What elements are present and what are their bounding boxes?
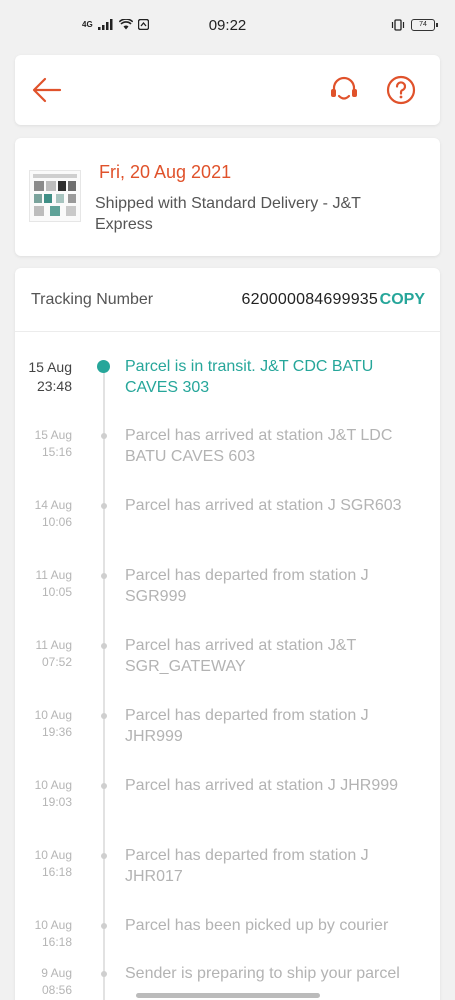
timeline-dot	[101, 923, 107, 929]
tracking-number-row: Tracking Number 620000084699935 COPY	[15, 268, 440, 332]
question-circle-icon	[386, 75, 416, 105]
tracking-number-label: Tracking Number	[31, 291, 154, 308]
event-day: 10 Aug	[34, 848, 72, 862]
shipment-summary-card: Fri, 20 Aug 2021 Shipped with Standard D…	[15, 138, 440, 256]
event-day: 10 Aug	[34, 778, 72, 792]
event-time: 19:03	[41, 795, 72, 809]
tracking-number-value: 620000084699935	[241, 291, 378, 308]
product-image	[33, 174, 77, 216]
timeline-event: 10 Aug 16:18 Parcel has departed from st…	[15, 847, 440, 917]
event-date: 11 Aug 07:52	[2, 637, 72, 671]
event-day: 10 Aug	[34, 708, 72, 722]
headset-icon	[331, 76, 357, 100]
timeline-event: 10 Aug 19:03 Parcel has arrived at stati…	[15, 777, 440, 847]
event-day: 15 Aug	[28, 359, 72, 375]
copy-button[interactable]: COPY	[380, 291, 425, 309]
timeline-dot	[101, 503, 107, 509]
timeline-dot	[101, 853, 107, 859]
event-time: 16:18	[41, 935, 72, 949]
event-description: Parcel has arrived at station J&T LDC BA…	[125, 427, 393, 465]
timeline-dot-current	[97, 360, 110, 373]
event-time: 10:05	[41, 585, 72, 599]
event-date: 14 Aug 10:06	[2, 497, 72, 531]
timeline-event: 15 Aug 15:16 Parcel has arrived at stati…	[15, 427, 440, 497]
event-description: Parcel has been picked up by courier	[125, 917, 389, 934]
signal-icon	[97, 19, 113, 30]
network-type: 4G	[82, 20, 93, 29]
event-day: 10 Aug	[34, 918, 72, 932]
battery-icon: 74	[411, 19, 438, 31]
timeline-dot	[101, 433, 107, 439]
event-description: Parcel has departed from station J SGR99…	[125, 567, 369, 605]
event-time: 16:18	[41, 865, 72, 879]
event-time: 07:52	[41, 655, 72, 669]
status-bar: 4G 09:22 74	[0, 0, 455, 50]
timeline-dot	[101, 573, 107, 579]
timeline-dot	[101, 643, 107, 649]
event-date: 15 Aug 15:16	[2, 427, 72, 461]
event-date: 10 Aug 19:36	[2, 707, 72, 741]
arrow-left-icon	[32, 77, 62, 103]
timeline-dot	[101, 713, 107, 719]
event-day: 14 Aug	[34, 498, 72, 512]
event-description: Parcel has arrived at station J SGR603	[125, 497, 402, 514]
event-description: Parcel has arrived at station J&T SGR_GA…	[125, 637, 356, 675]
clock: 09:22	[208, 16, 247, 34]
event-day: 11 Aug	[35, 638, 72, 652]
event-date: 9 Aug 08:56	[2, 965, 72, 999]
timeline-event: 14 Aug 10:06 Parcel has arrived at stati…	[15, 497, 440, 567]
shipping-method: Shipped with Standard Delivery - J&T Exp…	[95, 195, 361, 233]
status-icons-right: 74	[391, 19, 438, 31]
timeline-event: 10 Aug 19:36 Parcel has departed from st…	[15, 707, 440, 777]
event-description: Parcel has departed from station J JHR01…	[125, 847, 369, 885]
event-time: 10:06	[41, 515, 72, 529]
vibrate-icon	[391, 19, 405, 31]
event-day: 15 Aug	[34, 428, 72, 442]
timeline-event: 11 Aug 10:05 Parcel has departed from st…	[15, 567, 440, 637]
event-time: 08:56	[41, 983, 72, 997]
event-date: 10 Aug 19:03	[2, 777, 72, 811]
help-button[interactable]	[386, 75, 416, 105]
event-date: 11 Aug 10:05	[2, 567, 72, 601]
customer-support-button[interactable]	[327, 73, 361, 107]
event-time: 19:36	[41, 725, 72, 739]
event-time: 15:16	[41, 445, 72, 459]
event-date: 10 Aug 16:18	[2, 917, 72, 951]
event-description: Parcel has departed from station J JHR99…	[125, 707, 369, 745]
event-date: 15 Aug 23:48	[2, 358, 72, 396]
event-time: 23:48	[36, 378, 72, 394]
wifi-icon	[118, 19, 133, 30]
home-indicator[interactable]	[136, 993, 320, 998]
header-bar	[15, 55, 440, 125]
app-notification-icon	[137, 19, 149, 30]
timeline-event: 11 Aug 07:52 Parcel has arrived at stati…	[15, 637, 440, 707]
tracking-card: Tracking Number 620000084699935 COPY 15 …	[15, 268, 440, 1000]
timeline-dot	[101, 971, 107, 977]
event-description: Parcel is in transit. J&T CDC BATU CAVES…	[125, 358, 374, 396]
event-day: 11 Aug	[35, 568, 72, 582]
event-date: 10 Aug 16:18	[2, 847, 72, 881]
event-day: 9 Aug	[41, 966, 72, 980]
shipment-date: Fri, 20 Aug 2021	[99, 162, 232, 182]
timeline-dot	[101, 783, 107, 789]
event-description: Parcel has arrived at station J JHR999	[125, 777, 399, 794]
timeline-event: 15 Aug 23:48 Parcel is in transit. J&T C…	[15, 358, 440, 428]
product-thumbnail	[29, 170, 81, 222]
status-icons-left: 4G	[82, 19, 149, 30]
back-button[interactable]	[31, 75, 63, 105]
event-description: Sender is preparing to ship your parcel	[125, 965, 400, 982]
